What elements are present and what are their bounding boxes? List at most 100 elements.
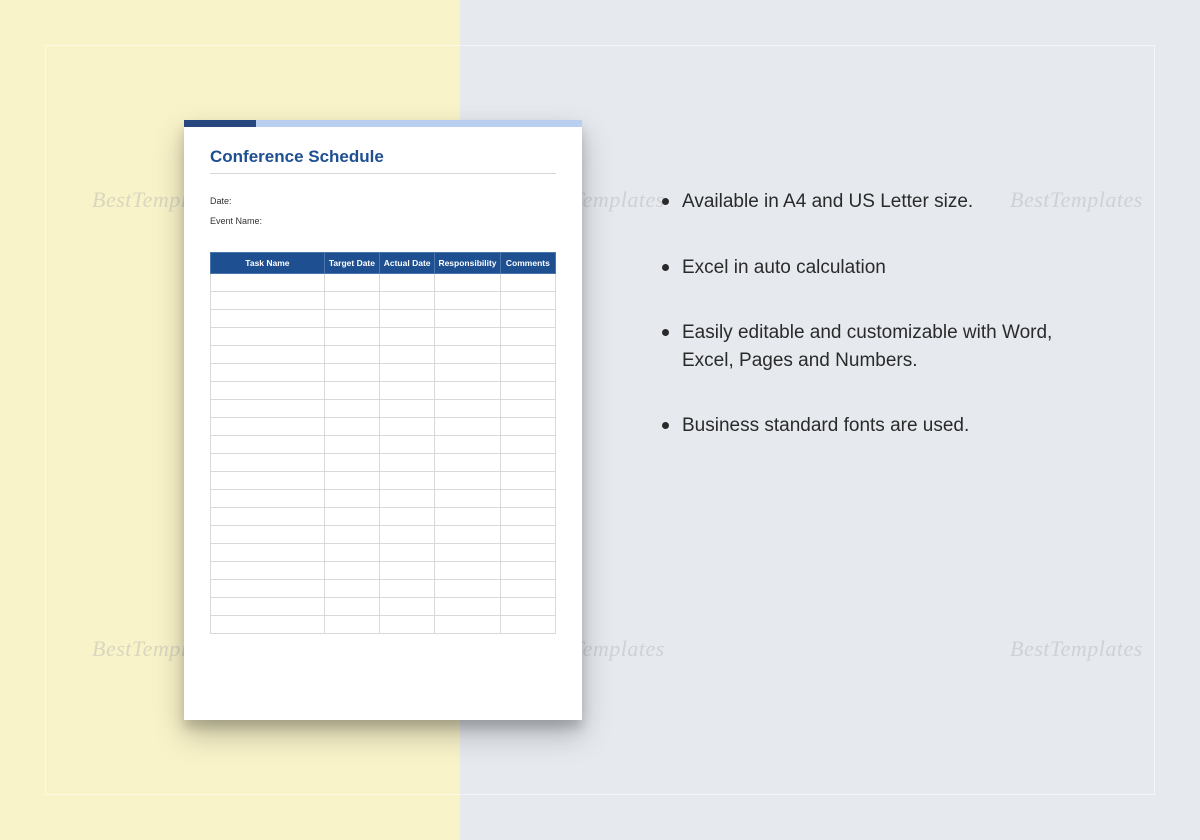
table-cell — [324, 454, 379, 472]
table-cell — [211, 364, 325, 382]
feature-item: Easily editable and customizable with Wo… — [660, 319, 1100, 374]
table-cell — [435, 274, 501, 292]
table-cell — [211, 382, 325, 400]
table-cell — [435, 526, 501, 544]
table-cell — [324, 508, 379, 526]
table-cell — [211, 616, 325, 634]
table-cell — [380, 526, 435, 544]
table-cell — [380, 472, 435, 490]
table-cell — [380, 562, 435, 580]
table-cell — [435, 364, 501, 382]
table-row — [211, 490, 556, 508]
table-cell — [324, 364, 379, 382]
col-target-date: Target Date — [324, 253, 379, 274]
table-cell — [380, 598, 435, 616]
table-cell — [324, 346, 379, 364]
table-cell — [500, 508, 555, 526]
table-cell — [380, 508, 435, 526]
table-cell — [435, 616, 501, 634]
col-responsibility: Responsibility — [435, 253, 501, 274]
table-cell — [435, 400, 501, 418]
table-cell — [435, 598, 501, 616]
table-cell — [380, 400, 435, 418]
table-cell — [324, 616, 379, 634]
table-row — [211, 580, 556, 598]
table-cell — [380, 454, 435, 472]
table-cell — [324, 292, 379, 310]
table-cell — [324, 436, 379, 454]
table-cell — [211, 508, 325, 526]
document-preview: Conference Schedule Date: Event Name: Ta… — [184, 120, 582, 720]
table-cell — [500, 274, 555, 292]
table-cell — [211, 418, 325, 436]
feature-item: Available in A4 and US Letter size. — [660, 188, 1100, 216]
table-cell — [211, 400, 325, 418]
table-cell — [380, 544, 435, 562]
col-comments: Comments — [500, 253, 555, 274]
accent-bar-light — [256, 120, 582, 127]
table-cell — [211, 526, 325, 544]
table-cell — [380, 436, 435, 454]
table-cell — [324, 472, 379, 490]
table-row — [211, 400, 556, 418]
table-row — [211, 346, 556, 364]
table-row — [211, 274, 556, 292]
table-cell — [500, 562, 555, 580]
table-cell — [380, 490, 435, 508]
table-row — [211, 544, 556, 562]
table-cell — [435, 418, 501, 436]
table-cell — [500, 580, 555, 598]
table-cell — [435, 436, 501, 454]
field-event-name: Event Name: — [210, 216, 556, 226]
table-cell — [435, 580, 501, 598]
table-cell — [324, 526, 379, 544]
table-row — [211, 382, 556, 400]
table-cell — [380, 346, 435, 364]
table-row — [211, 508, 556, 526]
table-cell — [500, 544, 555, 562]
table-cell — [380, 382, 435, 400]
table-cell — [435, 454, 501, 472]
table-cell — [211, 562, 325, 580]
document-title: Conference Schedule — [210, 147, 556, 174]
table-cell — [500, 310, 555, 328]
table-cell — [435, 490, 501, 508]
feature-list: Available in A4 and US Letter size.Excel… — [660, 188, 1100, 478]
table-cell — [324, 544, 379, 562]
table-cell — [500, 472, 555, 490]
table-cell — [500, 490, 555, 508]
table-cell — [211, 544, 325, 562]
feature-item: Business standard fonts are used. — [660, 412, 1100, 440]
table-cell — [500, 526, 555, 544]
table-cell — [500, 616, 555, 634]
table-row — [211, 598, 556, 616]
table-cell — [324, 310, 379, 328]
table-cell — [211, 436, 325, 454]
table-cell — [380, 328, 435, 346]
table-cell — [380, 310, 435, 328]
table-cell — [500, 292, 555, 310]
table-cell — [380, 364, 435, 382]
table-row — [211, 454, 556, 472]
table-cell — [380, 274, 435, 292]
table-cell — [211, 454, 325, 472]
watermark-text: BestTemplates — [1010, 636, 1143, 662]
table-row — [211, 310, 556, 328]
table-cell — [211, 274, 325, 292]
table-cell — [211, 346, 325, 364]
table-cell — [324, 580, 379, 598]
table-row — [211, 526, 556, 544]
table-cell — [380, 580, 435, 598]
table-cell — [500, 598, 555, 616]
col-actual-date: Actual Date — [380, 253, 435, 274]
table-cell — [211, 310, 325, 328]
table-cell — [435, 292, 501, 310]
table-cell — [500, 454, 555, 472]
col-task-name: Task Name — [211, 253, 325, 274]
table-cell — [435, 382, 501, 400]
document-top-accent — [184, 120, 582, 127]
table-cell — [211, 490, 325, 508]
table-cell — [211, 292, 325, 310]
table-cell — [380, 616, 435, 634]
table-row — [211, 562, 556, 580]
